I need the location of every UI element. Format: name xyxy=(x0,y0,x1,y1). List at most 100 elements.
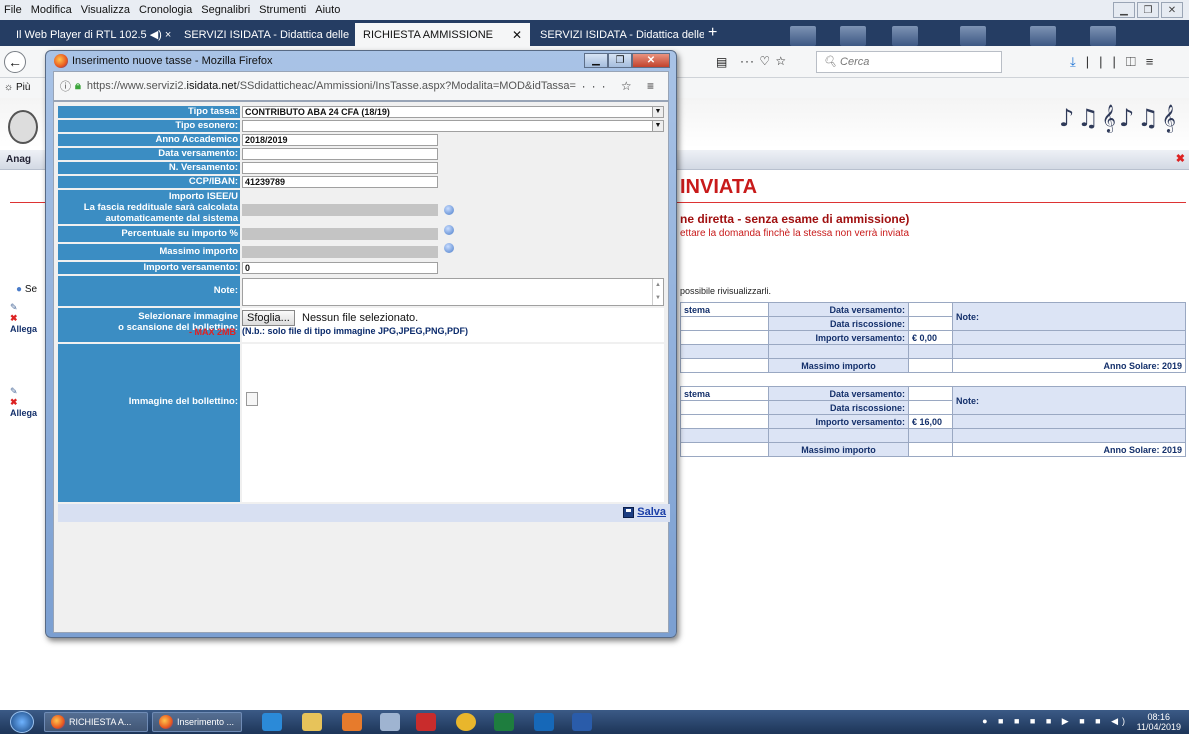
download-icon[interactable]: ⤓ xyxy=(1070,54,1086,69)
menu-file[interactable]: File xyxy=(4,4,22,16)
menu-aiuto[interactable]: Aiuto xyxy=(315,4,340,16)
java-icon[interactable] xyxy=(342,713,362,731)
url-tools-icons[interactable]: ··· ☆ ≡ xyxy=(582,79,660,93)
url-path: /SSdidatticheac/Ammissioni/InsTasse.aspx… xyxy=(236,80,576,92)
importo-cell: € 16,00 xyxy=(908,414,953,429)
tipo-esonero-select[interactable]: ▼ xyxy=(242,120,664,132)
page-title: INVIATA xyxy=(680,176,758,198)
close-icon[interactable]: ✖ xyxy=(1176,152,1185,165)
delete-icon[interactable]: ✖ xyxy=(10,397,46,408)
floppy-disk-icon xyxy=(623,506,635,518)
menu-modifica[interactable]: Modifica xyxy=(31,4,72,16)
close-tab-icon[interactable]: ✕ xyxy=(506,28,522,42)
chevron-down-icon: ▼ xyxy=(652,121,663,131)
system-tray[interactable]: ● ■ ■ ■ ■ ▶ ■ ■ ◀) xyxy=(982,716,1129,727)
theme-decor-icon xyxy=(840,26,866,46)
edit-icon[interactable]: ✎ xyxy=(10,386,46,397)
tab-label: SERVIZI ISIDATA - Didattica delle xyxy=(184,28,350,41)
close-window-button[interactable]: ✕ xyxy=(1161,2,1183,18)
excel-icon[interactable] xyxy=(494,713,514,731)
reader-view-icon[interactable]: ▤ xyxy=(716,55,727,69)
info-icon[interactable] xyxy=(444,225,454,235)
no-file-text: Nessun file selezionato. xyxy=(302,312,419,324)
ie-icon[interactable] xyxy=(262,713,282,731)
tab-isidata-1[interactable]: SERVIZI ISIDATA - Didattica delle✕ xyxy=(176,23,352,46)
taskbar-label: RICHIESTA A... xyxy=(69,717,132,727)
massimo-importo-field xyxy=(242,246,438,258)
hamburger-menu-icon[interactable]: ≡ xyxy=(1146,54,1164,69)
taskbar-richiesta[interactable]: RICHIESTA A... xyxy=(44,712,148,732)
anno-solare: Anno Solare: 2019 xyxy=(952,442,1186,457)
theme-decor-icon xyxy=(892,26,918,46)
firefox-icon xyxy=(51,715,65,729)
taskbar-label: Inserimento ... xyxy=(177,717,235,727)
tab-richiesta[interactable]: RICHIESTA AMMISSIONE ✕ xyxy=(355,23,530,46)
acrobat-icon[interactable] xyxy=(416,713,436,731)
sidebar-icon[interactable]: ◫ xyxy=(1126,54,1146,69)
file-type-note: (N.b.: solo file di tipo immagine JPG,JP… xyxy=(242,326,469,336)
institution-logo xyxy=(8,110,38,144)
page-actions-icon[interactable]: ··· ♡ ☆ xyxy=(740,54,787,68)
taskbar-inserimento[interactable]: Inserimento ... xyxy=(152,712,242,732)
ccp-iban-field[interactable]: 41239789 xyxy=(242,176,438,188)
isee-label-line1: Importo ISEE/U xyxy=(168,191,238,202)
new-tab-icon[interactable]: + xyxy=(708,24,717,42)
allega-label: Allega xyxy=(10,408,38,418)
tax-table-1: stema Data versamento: Note: Data riscossi… xyxy=(680,302,1186,373)
delete-icon[interactable]: ✖ xyxy=(10,313,46,324)
library-icon[interactable]: ||| xyxy=(1086,54,1126,69)
menu-cronologia[interactable]: Cronologia xyxy=(139,4,192,16)
tab-label: SERVIZI ISIDATA - Didattica delle xyxy=(540,28,704,41)
tab-rtl[interactable]: Il Web Player di RTL 102.5 ◀) × xyxy=(8,23,173,46)
info-icon[interactable] xyxy=(444,243,454,253)
menu-segnalibri[interactable]: Segnalibri xyxy=(201,4,250,16)
chevron-down-icon: ▼ xyxy=(652,107,663,117)
menu-visualizza[interactable]: Visualizza xyxy=(81,4,130,16)
data-versamento-input[interactable] xyxy=(242,148,438,160)
explorer-folder-icon[interactable] xyxy=(302,713,322,731)
edit-icon[interactable]: ✎ xyxy=(10,302,46,313)
isee-label-line3: automaticamente dal sistema xyxy=(105,213,238,224)
tab-label: Il Web Player di RTL 102.5 ◀) × xyxy=(16,29,172,41)
tab-isidata-2[interactable]: SERVIZI ISIDATA - Didattica delle✕ xyxy=(532,23,704,46)
importo-versamento-input[interactable]: 0 xyxy=(242,262,438,274)
url-domain: isidata.net xyxy=(186,80,237,92)
menu-strumenti[interactable]: Strumenti xyxy=(259,4,306,16)
start-button[interactable] xyxy=(10,711,34,733)
close-tab-icon[interactable]: ✕ xyxy=(349,28,352,42)
n-versamento-input[interactable] xyxy=(242,162,438,174)
chrome-icon[interactable] xyxy=(456,713,476,731)
search-input[interactable]: 🔍︎ Cerca xyxy=(816,51,1002,73)
textarea-scrollbar[interactable]: ▲ ▼ xyxy=(652,279,663,305)
cell-label: Data versamento: xyxy=(768,302,909,317)
tab-label: RICHIESTA AMMISSIONE xyxy=(363,28,493,41)
save-button[interactable]: Salva xyxy=(623,506,666,518)
tipo-tassa-select[interactable]: CONTRIBUTO ABA 24 CFA (18/19) ▼ xyxy=(242,106,664,118)
sistema-cell: stema xyxy=(680,302,769,317)
cell-label: Data riscossione: xyxy=(768,316,909,331)
clock-time: 08:16 xyxy=(1147,712,1171,722)
word-icon[interactable] xyxy=(572,713,592,731)
outlook-icon[interactable] xyxy=(534,713,554,731)
max-size-note: - MAX 2MB xyxy=(189,327,236,337)
info-icon[interactable]: ⓘ xyxy=(60,78,71,94)
info-icon[interactable] xyxy=(444,205,454,215)
url-prefix: https://www.servizi2. xyxy=(86,80,187,92)
browse-button[interactable]: Sfoglia... xyxy=(242,310,295,326)
row-actions-1: ✎ ✖ Allega xyxy=(10,302,46,334)
theme-decor-icon xyxy=(960,26,986,46)
anno-accademico-field[interactable]: 2018/2019 xyxy=(242,134,438,146)
nav-anagrafica[interactable]: Anag xyxy=(6,154,31,165)
back-button[interactable]: ← xyxy=(4,51,26,73)
close-popup-button[interactable]: ✕ xyxy=(632,53,670,68)
snipping-tool-icon[interactable] xyxy=(380,713,400,731)
note-textarea[interactable]: ▲ ▼ xyxy=(242,278,664,306)
isee-label: Importo ISEE/U La fascia reddituale sarà… xyxy=(58,190,240,224)
minimize-button[interactable]: ▁ xyxy=(1113,2,1135,18)
minimize-button[interactable]: ▁ xyxy=(584,53,608,68)
popup-url-bar[interactable]: ⓘ 🔒︎ https://www.servizi2. isidata.net/SS… xyxy=(53,71,669,101)
maximize-button[interactable]: ❐ xyxy=(608,53,632,68)
maximize-button[interactable]: ❐ xyxy=(1137,2,1159,18)
clock[interactable]: 08:16 11/04/2019 xyxy=(1137,712,1181,732)
cell-label: Importo versamento: xyxy=(768,414,909,429)
